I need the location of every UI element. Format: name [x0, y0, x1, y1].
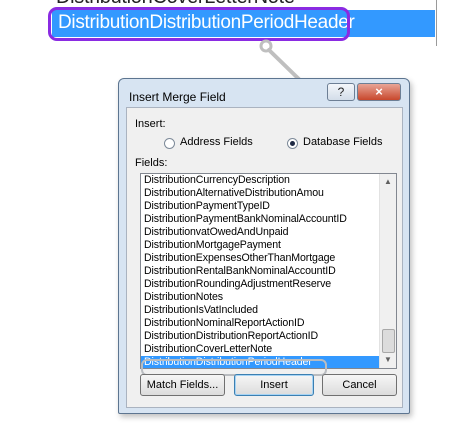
help-button[interactable]: ?	[327, 83, 355, 101]
insert-merge-field-dialog: Insert Merge Field ? × Insert: Address F…	[118, 78, 410, 414]
list-item[interactable]: DistributionRoundingAdjustmentReserve	[141, 278, 381, 291]
list-item[interactable]: DistributionPaymentTypeID	[141, 200, 381, 213]
fields-list: DistributionCurrencyDescription Distribu…	[141, 174, 381, 368]
scroll-thumb[interactable]	[382, 329, 395, 353]
fields-scrollbar[interactable]: ▲ ▼	[379, 174, 396, 368]
dialog-title: Insert Merge Field	[129, 90, 226, 104]
fields-label: Fields:	[135, 157, 168, 169]
radio-selected-dot	[290, 141, 295, 146]
scroll-up-icon[interactable]: ▲	[380, 174, 396, 190]
cancel-button[interactable]: Cancel	[322, 374, 397, 396]
database-fields-radio[interactable]	[287, 138, 298, 149]
scroll-down-icon[interactable]: ▼	[380, 352, 396, 368]
list-item[interactable]: DistributionCoverLetterNote	[141, 343, 381, 356]
match-fields-button[interactable]: Match Fields...	[140, 374, 225, 396]
insert-label: Insert:	[135, 118, 166, 130]
list-item[interactable]: DistributionvatOwedAndUnpaid	[141, 226, 381, 239]
fields-listbox[interactable]: DistributionCurrencyDescription Distribu…	[140, 173, 397, 369]
address-fields-radio[interactable]	[164, 138, 175, 149]
list-item[interactable]: DistributionRentalBankNominalAccountID	[141, 265, 381, 278]
list-item[interactable]: DistributionNotes	[141, 291, 381, 304]
list-item[interactable]: DistributionExpensesOtherThanMortgage	[141, 252, 381, 265]
list-item[interactable]: DistributionMortgagePayment	[141, 239, 381, 252]
list-item[interactable]: DistributionPaymentBankNominalAccountID	[141, 213, 381, 226]
list-item[interactable]: DistributionCurrencyDescription	[141, 174, 381, 187]
list-item[interactable]: DistributionIsVatIncluded	[141, 304, 381, 317]
close-button[interactable]: ×	[357, 83, 401, 101]
database-fields-label[interactable]: Database Fields	[303, 136, 383, 148]
insert-button[interactable]: Insert	[234, 374, 314, 396]
dialog-body: Insert: Address Fields Database Fields F…	[126, 107, 403, 408]
list-item[interactable]: DistributionNominalReportActionID	[141, 317, 381, 330]
address-fields-label[interactable]: Address Fields	[180, 136, 253, 148]
list-item[interactable]: DistributionAlternativeDistributionAmou	[141, 187, 381, 200]
list-item[interactable]: DistributionDistributionReportActionID	[141, 330, 381, 343]
